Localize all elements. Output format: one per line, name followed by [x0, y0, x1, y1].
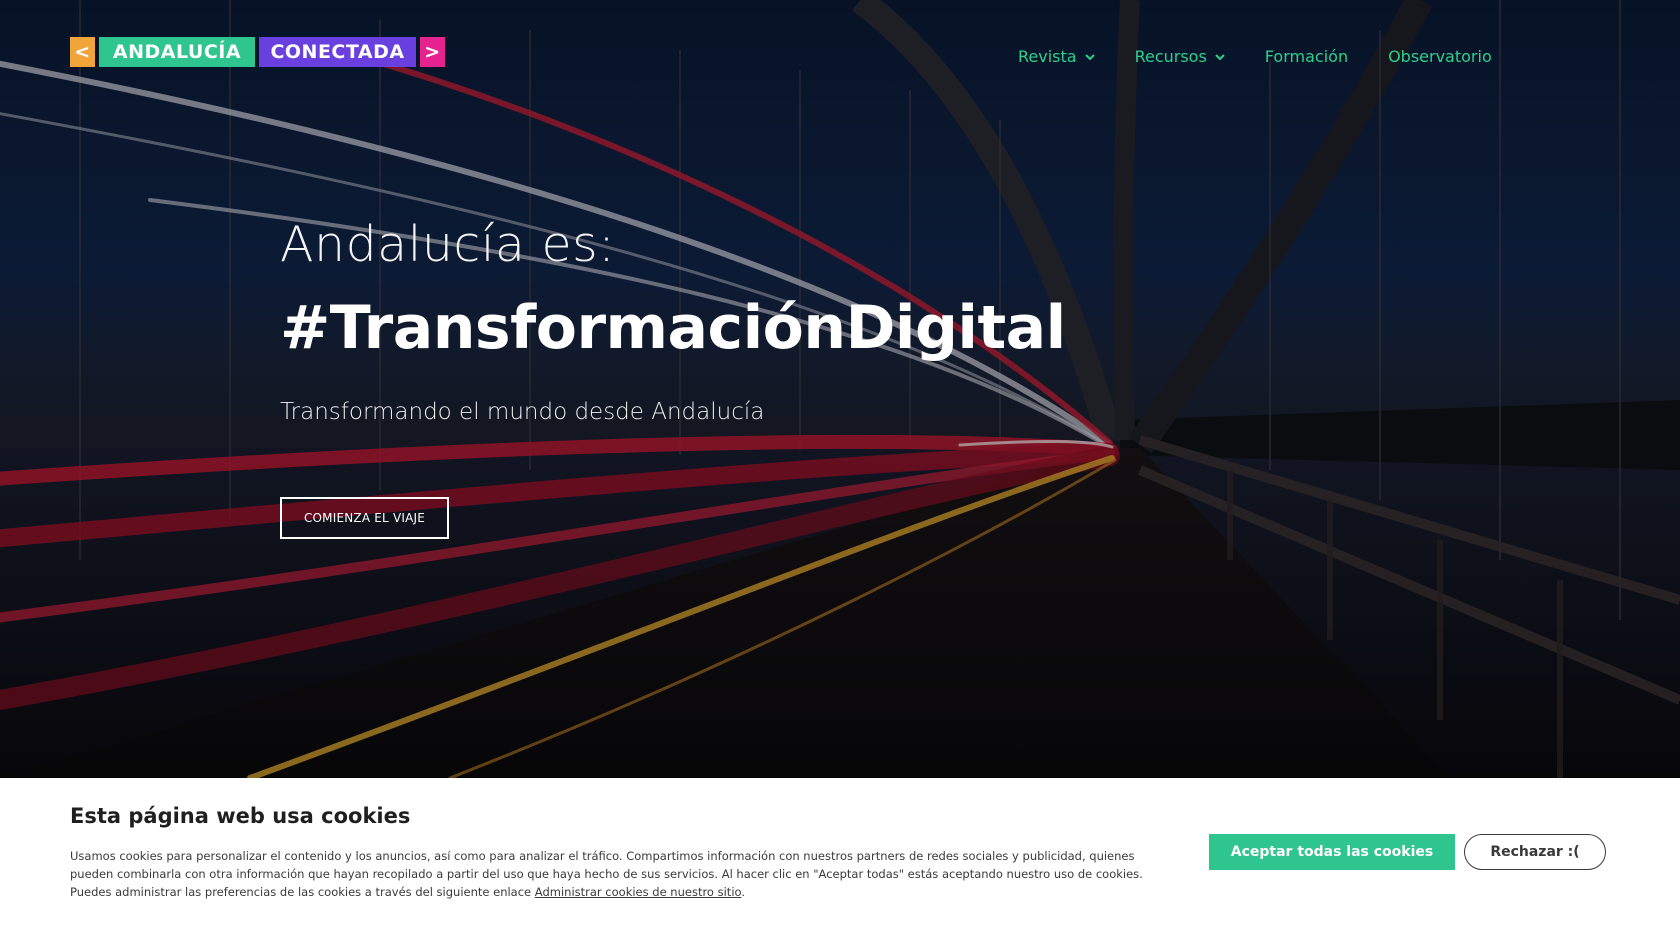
accept-cookies-button[interactable]: Aceptar todas las cookies [1209, 834, 1455, 870]
logo-right-bracket: > [420, 37, 445, 67]
site-header: < ANDALUCÍA CONECTADA > Revista Recursos… [0, 0, 1680, 110]
cookie-banner-title: Esta página web usa cookies [70, 804, 411, 828]
site-logo[interactable]: < ANDALUCÍA CONECTADA > [70, 37, 445, 67]
nav-item-recursos[interactable]: Recursos [1135, 47, 1225, 66]
logo-word-conectada: CONECTADA [259, 37, 416, 67]
manage-cookies-link[interactable]: Administrar cookies de nuestro sitio [535, 885, 742, 899]
hero-subtitle: Transformando el mundo desde Andalucía [280, 399, 765, 425]
logo-left-bracket: < [70, 37, 95, 67]
cookie-banner-text-end: . [741, 885, 746, 899]
nav-item-label: Recursos [1134, 47, 1207, 66]
main-nav: Revista Recursos Formación Observatorio [1018, 47, 1492, 66]
hero-section: < ANDALUCÍA CONECTADA > Revista Recursos… [0, 0, 1680, 778]
hero-title: #TransformaciónDigital [280, 293, 1066, 363]
start-journey-button[interactable]: COMIENZA EL VIAJE [280, 497, 449, 539]
chevron-down-icon [1215, 53, 1225, 60]
hero-content: Andalucía es: #TransformaciónDigital Tra… [280, 215, 1180, 427]
nav-item-label: Revista [1018, 47, 1077, 66]
reject-cookies-button[interactable]: Rechazar :( [1464, 834, 1606, 870]
nav-item-observatorio[interactable]: Observatorio [1388, 47, 1492, 66]
nav-item-revista[interactable]: Revista [1018, 47, 1095, 66]
chevron-down-icon [1084, 53, 1095, 60]
nav-item-label: Formación [1264, 47, 1349, 66]
cookie-banner-text: Usamos cookies para personalizar el cont… [70, 847, 1180, 901]
nav-item-label: Observatorio [1388, 47, 1492, 66]
cookie-banner: Esta página web usa cookies Usamos cooki… [0, 778, 1680, 927]
logo-word-andalucia: ANDALUCÍA [99, 37, 255, 67]
nav-item-formacion[interactable]: Formación [1265, 47, 1348, 66]
hero-pre-title: Andalucía es: [280, 216, 616, 273]
